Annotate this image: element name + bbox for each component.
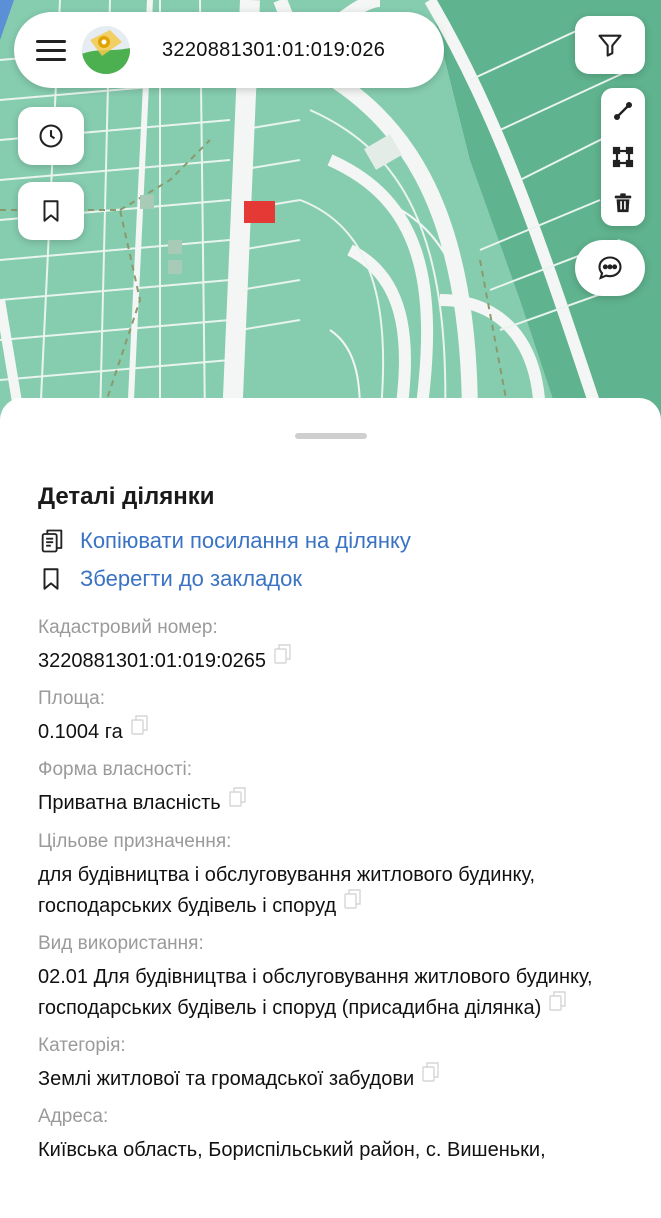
parcel-fields: Кадастровий номер: 3220881301:01:019:026…	[38, 615, 623, 1166]
field-label-area: Площа:	[38, 688, 106, 710]
field-value-category[interactable]: Землі житлової та громадської забудови	[38, 1061, 623, 1095]
field-value-ownership[interactable]: Приватна власність	[38, 786, 623, 819]
field-value-purpose[interactable]: для будівництва і обслуговування житлово…	[38, 860, 623, 922]
copy-icon[interactable]	[228, 786, 247, 817]
field-label-category: Категорія:	[38, 1035, 126, 1057]
save-bookmark-button[interactable]: Зберегти до закладок	[38, 565, 623, 593]
field-label-ownership: Форма власності:	[38, 759, 193, 781]
field-label-cadastral: Кадастровий номер:	[38, 617, 218, 638]
copy-icon[interactable]	[274, 643, 292, 674]
bookmark-icon	[43, 200, 59, 222]
sheet-drag-handle[interactable]	[294, 433, 367, 439]
search-input[interactable]: 3220881301:01:019:026	[162, 39, 398, 62]
ruler-line-icon	[614, 102, 632, 120]
copy-icon[interactable]	[549, 990, 567, 1021]
field-label-usage: Вид використання:	[38, 932, 204, 954]
copy-link-button[interactable]: Копіювати посилання на ділянку	[38, 527, 623, 555]
menu-button[interactable]	[36, 35, 66, 65]
measure-toolbar	[601, 88, 645, 226]
clock-icon	[39, 124, 63, 148]
details-title: Деталі ділянки	[38, 483, 215, 510]
details-sheet: Деталі ділянки Копіювати посилання на ді…	[0, 398, 661, 1218]
field-label-address: Адреса:	[38, 1106, 109, 1128]
trash-icon	[614, 193, 632, 213]
copy-link-label: Копіювати посилання на ділянку	[80, 528, 411, 553]
copy-icon[interactable]	[344, 888, 362, 919]
measure-line-button[interactable]	[605, 93, 641, 129]
delete-measure-button[interactable]	[605, 185, 641, 221]
field-value-cadastral[interactable]: 3220881301:01:019:0265	[38, 643, 623, 677]
hamburger-icon	[36, 39, 66, 43]
copy-icon[interactable]	[131, 714, 149, 745]
field-value-area[interactable]: 0.1004 га	[38, 714, 623, 748]
copy-icon[interactable]	[422, 1061, 440, 1092]
history-button[interactable]	[18, 107, 84, 165]
field-value-address[interactable]: Київська область, Бориспільський район, …	[38, 1135, 623, 1166]
copy-icon	[41, 529, 63, 553]
field-value-usage[interactable]: 02.01 Для будівництва і обслуговування ж…	[38, 962, 623, 1024]
chat-button[interactable]	[575, 240, 645, 296]
bookmarks-button[interactable]	[18, 182, 84, 240]
measure-area-button[interactable]	[605, 139, 641, 175]
field-label-purpose: Цільове призначення:	[38, 830, 232, 852]
chat-bubble-icon	[598, 256, 622, 280]
filter-icon	[598, 34, 622, 57]
save-bookmark-label: Зберегти до закладок	[80, 566, 302, 591]
selected-parcel[interactable]	[244, 201, 275, 223]
search-bar[interactable]: 3220881301:01:019:026	[14, 12, 444, 88]
bookmark-icon	[43, 568, 59, 590]
map-pin-logo	[82, 26, 130, 74]
polygon-area-icon	[612, 146, 634, 168]
filter-button[interactable]	[575, 16, 645, 74]
